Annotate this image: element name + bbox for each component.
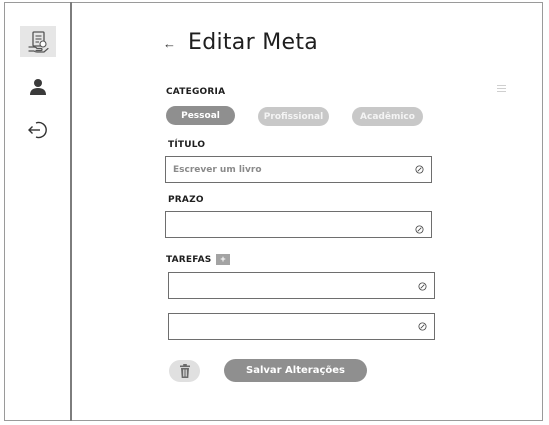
delete-button[interactable] [169, 360, 200, 382]
titulo-input[interactable] [173, 157, 408, 182]
add-task-button[interactable]: + [216, 254, 230, 265]
prazo-field [165, 211, 432, 238]
goals-document-icon [28, 30, 49, 53]
page-header: ← Editar Meta [163, 30, 318, 55]
category-chip-pessoal[interactable]: Pessoal [166, 106, 235, 125]
back-arrow-icon[interactable]: ← [163, 37, 176, 50]
page-title: Editar Meta [188, 30, 319, 55]
logout-icon [28, 121, 47, 139]
titulo-field [165, 156, 432, 183]
tarefa-field [168, 313, 435, 340]
trash-icon [179, 364, 190, 378]
edit-icon[interactable] [415, 225, 424, 234]
titulo-label: TÍTULO [168, 140, 206, 150]
menu-icon[interactable] [497, 85, 506, 94]
sidebar-item-goals[interactable] [20, 26, 56, 57]
sidebar-divider [70, 2, 72, 421]
edit-icon[interactable] [415, 165, 424, 174]
user-icon [30, 79, 46, 95]
tarefa-input-1[interactable] [176, 273, 411, 298]
category-chip-profissional[interactable]: Profissional [258, 107, 329, 126]
save-button[interactable]: Salvar Alterações [224, 359, 367, 382]
sidebar-item-logout[interactable] [26, 119, 50, 141]
edit-icon[interactable] [418, 282, 427, 291]
categoria-label: CATEGORIA [166, 87, 226, 97]
tarefa-input-2[interactable] [176, 314, 411, 339]
edit-icon[interactable] [418, 322, 427, 331]
prazo-input[interactable] [173, 212, 408, 237]
sidebar-item-profile[interactable] [27, 76, 49, 98]
category-chip-academico[interactable]: Acadêmico [352, 107, 423, 126]
prazo-label: PRAZO [168, 195, 204, 205]
tarefa-field [168, 272, 435, 299]
tarefas-label: TAREFAS [166, 255, 212, 265]
